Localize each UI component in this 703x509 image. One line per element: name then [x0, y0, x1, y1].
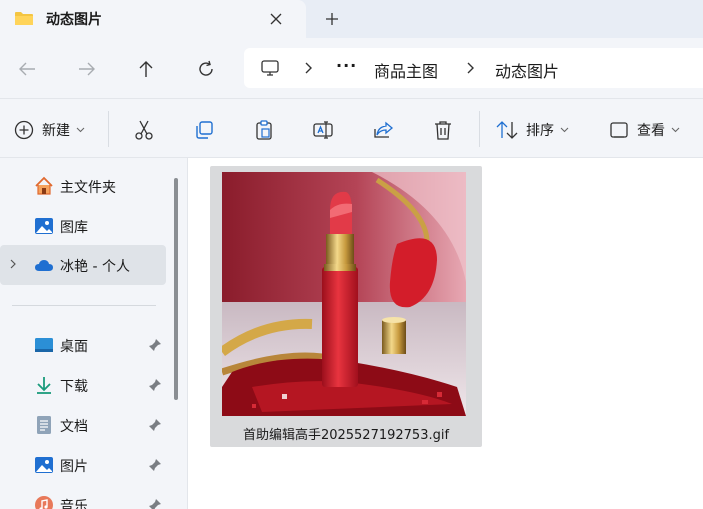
arrow-right-icon[interactable]	[74, 56, 100, 82]
file-list: 首助编辑高手2025527192753.gif	[188, 158, 703, 509]
music-icon	[35, 496, 53, 509]
chevron-right-icon[interactable]	[9, 258, 17, 270]
pictures-icon	[35, 457, 53, 473]
sidebar-item-label: 下载	[60, 379, 88, 395]
file-name: 首助编辑高手2025527192753.gif	[242, 428, 450, 443]
sort-button-label: 排序	[526, 123, 554, 139]
breadcrumb-overflow[interactable]: ···	[336, 56, 357, 75]
sidebar-item-pictures[interactable]: 图片	[0, 445, 166, 485]
sidebar-item-label: 桌面	[60, 339, 88, 355]
document-icon	[37, 416, 51, 434]
sidebar-item-label: 冰艳 - 个人	[60, 259, 130, 275]
monitor-icon[interactable]	[260, 58, 280, 82]
tab-current[interactable]: 动态图片	[0, 0, 306, 38]
navigation-pane: 主文件夹 图库 冰艳 - 个人 桌面 下载 文档 图片 音乐	[0, 158, 187, 509]
new-button[interactable]: 新建	[14, 117, 85, 143]
view-button-label: 查看	[637, 123, 665, 139]
delete-icon[interactable]	[432, 117, 454, 143]
pin-icon[interactable]	[148, 418, 162, 432]
sidebar-item-label: 图库	[60, 220, 88, 236]
sort-button[interactable]: 排序	[496, 117, 569, 143]
sidebar-item-onedrive[interactable]: 冰艳 - 个人	[0, 245, 166, 285]
sidebar-item-desktop[interactable]: 桌面	[0, 325, 166, 365]
download-icon	[37, 377, 51, 394]
close-icon[interactable]	[266, 9, 286, 29]
chevron-down-icon	[560, 127, 569, 133]
tab-title: 动态图片	[46, 12, 102, 28]
sidebar-item-music[interactable]: 音乐	[0, 485, 166, 509]
cut-icon[interactable]	[133, 117, 155, 143]
paste-icon[interactable]	[253, 117, 275, 143]
file-thumbnail	[222, 172, 466, 416]
toolbar-divider	[479, 111, 480, 147]
sidebar-item-label: 音乐	[60, 499, 88, 509]
new-button-label: 新建	[42, 123, 70, 139]
sidebar-item-label: 主文件夹	[60, 180, 116, 196]
navigation-bar: ··· 商品主图 动态图片	[0, 38, 703, 98]
sidebar-item-documents[interactable]: 文档	[0, 405, 166, 445]
gallery-icon	[35, 218, 53, 234]
command-bar: 新建 排序 查看	[0, 98, 703, 158]
sidebar-item-label: 文档	[60, 419, 88, 435]
sidebar-item-gallery[interactable]: 图库	[0, 206, 166, 246]
copy-icon[interactable]	[193, 117, 215, 143]
chevron-right-icon[interactable]	[304, 60, 314, 80]
address-bar[interactable]: ··· 商品主图 动态图片	[244, 48, 703, 88]
folder-icon	[15, 12, 33, 25]
arrow-left-icon[interactable]	[14, 56, 40, 82]
arrow-up-icon[interactable]	[133, 56, 159, 82]
chevron-down-icon	[671, 127, 680, 133]
plus-icon[interactable]	[321, 8, 343, 30]
pin-icon[interactable]	[148, 498, 162, 509]
sidebar-item-home[interactable]: 主文件夹	[0, 166, 166, 206]
share-icon[interactable]	[372, 117, 394, 143]
home-icon	[35, 176, 53, 195]
desktop-icon	[35, 338, 53, 352]
breadcrumb-item[interactable]: 商品主图	[374, 58, 438, 82]
sidebar-item-downloads[interactable]: 下载	[0, 365, 166, 405]
file-item[interactable]: 首助编辑高手2025527192753.gif	[210, 166, 482, 447]
chevron-right-icon[interactable]	[466, 60, 476, 80]
pin-icon[interactable]	[148, 338, 162, 352]
cloud-icon	[35, 260, 53, 271]
pin-icon[interactable]	[148, 458, 162, 472]
sidebar-item-label: 图片	[60, 459, 88, 475]
sort-icon	[496, 121, 518, 139]
refresh-icon[interactable]	[193, 56, 219, 82]
sidebar-scrollbar[interactable]	[174, 178, 178, 400]
view-button[interactable]: 查看	[609, 117, 680, 143]
pin-icon[interactable]	[148, 378, 162, 392]
tab-bar: 动态图片	[0, 0, 703, 38]
sidebar-divider	[12, 305, 156, 306]
rename-icon[interactable]	[312, 117, 334, 143]
view-icon	[610, 122, 628, 138]
chevron-down-icon	[76, 127, 85, 133]
plus-circle-icon	[14, 120, 34, 140]
breadcrumb-item-current[interactable]: 动态图片	[495, 58, 559, 82]
toolbar-divider	[108, 111, 109, 147]
